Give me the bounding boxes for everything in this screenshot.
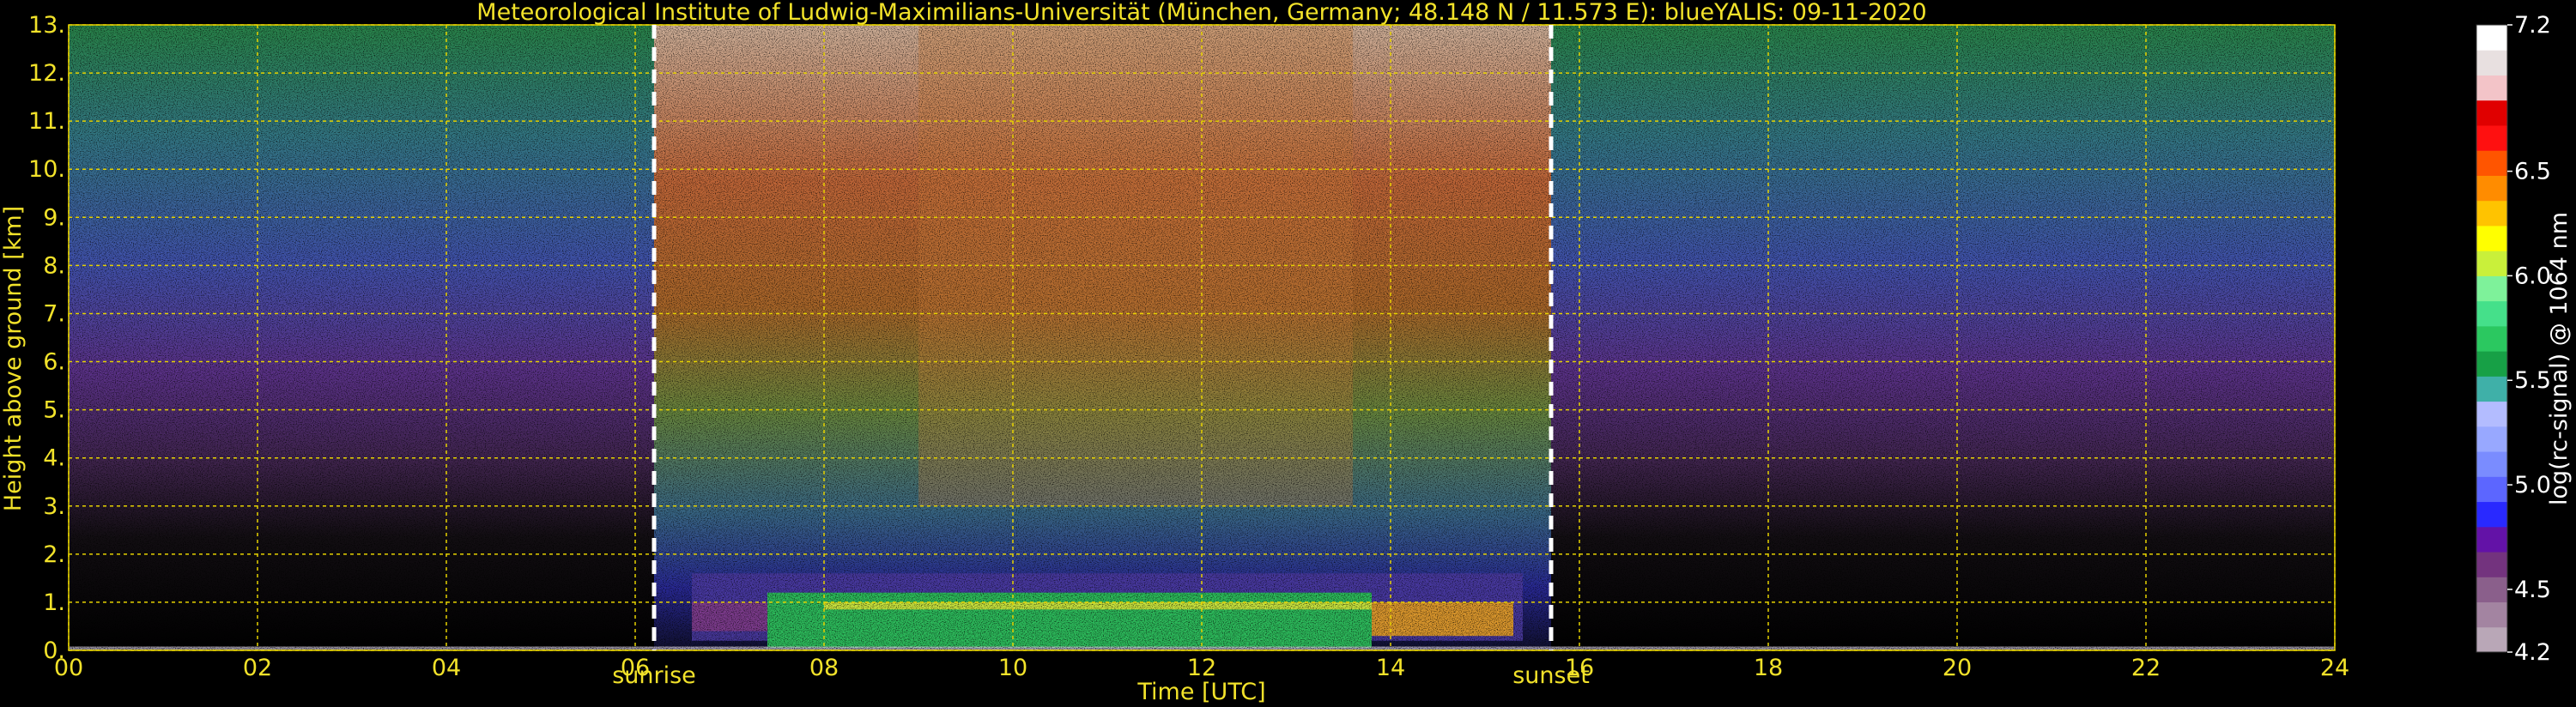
y-tick-label: 8. bbox=[43, 252, 65, 279]
x-tick-label: 24 bbox=[2320, 655, 2349, 681]
colorbar-segment bbox=[2476, 50, 2507, 76]
colorbar: 4.24.55.05.56.06.57.2 bbox=[2476, 12, 2551, 666]
colorbar-segment bbox=[2476, 300, 2507, 327]
y-tick-label: 9. bbox=[43, 204, 65, 231]
y-tick-label: 13. bbox=[28, 12, 65, 39]
y-tick-label: 0. bbox=[43, 638, 65, 664]
x-axis-label: Time [UTC] bbox=[1136, 679, 1265, 705]
colorbar-label: log(rc-signal) @ 1064 nm bbox=[2546, 212, 2573, 505]
colorbar-segment bbox=[2476, 251, 2507, 276]
y-tick-label: 4. bbox=[43, 445, 65, 472]
colorbar-segment bbox=[2476, 526, 2507, 553]
colorbar-segment bbox=[2476, 552, 2507, 577]
colorbar-segment bbox=[2476, 451, 2507, 477]
x-tick-label: 10 bbox=[998, 655, 1027, 681]
colorbar-segment bbox=[2476, 275, 2507, 302]
x-tick-label: 20 bbox=[1943, 655, 1972, 681]
y-tick-label: 11. bbox=[28, 108, 65, 135]
y-axis-label: Height above ground [km] bbox=[0, 206, 27, 511]
x-tick-label: 22 bbox=[2131, 655, 2161, 681]
x-tick-label: 08 bbox=[809, 655, 839, 681]
y-tick-label: 10. bbox=[28, 156, 65, 183]
x-tick-label: 12 bbox=[1187, 655, 1216, 681]
colorbar-tick-label: 4.5 bbox=[2514, 577, 2551, 603]
y-tick-label: 5. bbox=[43, 397, 65, 424]
colorbar-segment bbox=[2476, 25, 2507, 51]
colorbar-segment bbox=[2476, 501, 2507, 528]
colorbar-segment bbox=[2476, 100, 2507, 126]
colorbar-segment bbox=[2476, 577, 2507, 603]
y-tick-label: 6. bbox=[43, 349, 65, 376]
colorbar-tick-label: 6.5 bbox=[2514, 159, 2551, 185]
y-tick-label: 2. bbox=[43, 541, 65, 568]
y-axis: 0. 1. 2. 3. 4. 5. 6. 7. 8. 9. 10. 11. 12. 13. bbox=[28, 12, 65, 664]
colorbar-tick-label: 4.2 bbox=[2514, 639, 2551, 666]
colorbar-segment bbox=[2476, 175, 2507, 202]
colorbar-segment bbox=[2476, 150, 2507, 176]
y-tick-label: 12. bbox=[28, 60, 65, 87]
colorbar-segment bbox=[2476, 124, 2507, 151]
colorbar-segment bbox=[2476, 225, 2507, 251]
x-axis: 00 02 04 06 08 10 12 14 16 18 20 22 24 bbox=[54, 655, 2349, 681]
annotation-label: sunrise bbox=[612, 662, 696, 689]
x-tick-label: 02 bbox=[243, 655, 272, 681]
colorbar-segment bbox=[2476, 601, 2507, 628]
colorbar-segment bbox=[2476, 75, 2507, 101]
x-tick-label: 14 bbox=[1376, 655, 1405, 681]
colorbar-tick-label: 7.2 bbox=[2514, 12, 2551, 39]
colorbar-segment bbox=[2476, 426, 2507, 452]
colorbar-segment bbox=[2476, 401, 2507, 427]
annotation-label: sunset bbox=[1512, 662, 1590, 689]
y-tick-label: 3. bbox=[43, 493, 65, 520]
colorbar-segment bbox=[2476, 376, 2507, 402]
colorbar-segment bbox=[2476, 476, 2507, 503]
y-tick-label: 7. bbox=[43, 300, 65, 327]
colorbar-segment bbox=[2476, 200, 2507, 227]
x-tick-label: 04 bbox=[432, 655, 461, 681]
colorbar-segment bbox=[2476, 351, 2507, 377]
y-tick-label: 1. bbox=[43, 589, 65, 616]
x-tick-label: 18 bbox=[1754, 655, 1783, 681]
colorbar-segment bbox=[2476, 626, 2507, 653]
colorbar-segment bbox=[2476, 325, 2507, 352]
chart-title: Meteorological Institute of Ludwig-Maxim… bbox=[476, 0, 1926, 26]
lidar-chart: Meteorological Institute of Ludwig-Maxim… bbox=[0, 0, 2573, 705]
